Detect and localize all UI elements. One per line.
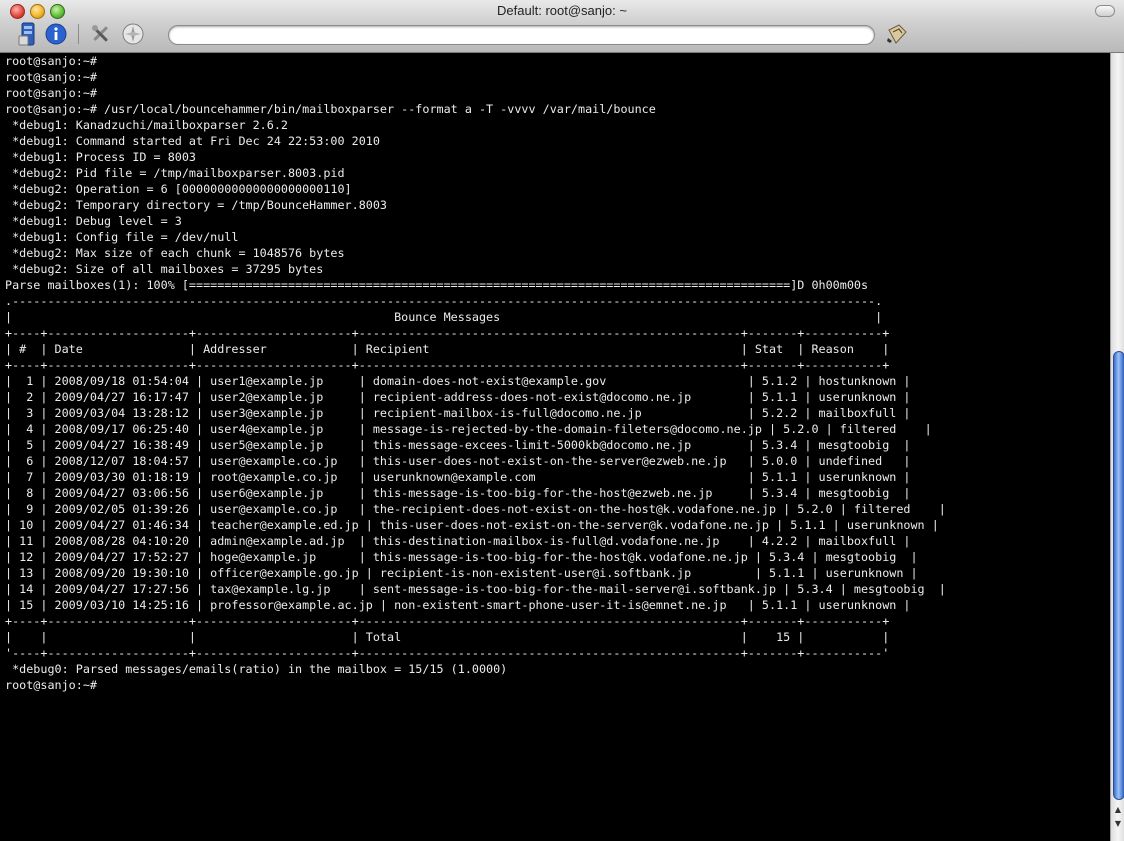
title-bar: Default: root@sanjo: ~ [0, 0, 1124, 53]
debug-line: *debug2: Size of all mailboxes = 37295 b… [5, 262, 324, 276]
terminal-line: root@sanjo:~# [5, 54, 97, 68]
server-icon[interactable] [16, 22, 40, 46]
debug-line: *debug2: Temporary directory = /tmp/Boun… [5, 198, 388, 212]
table-row: | 15 | 2009/03/10 14:25:16 | professor@e… [5, 598, 911, 612]
table-title: | Bounce Messages | [5, 310, 883, 324]
debug-line: *debug2: Operation = 6 [0000000000000000… [5, 182, 352, 196]
table-row: | 7 | 2009/03/30 01:18:19 | root@example… [5, 470, 911, 484]
toolbar-separator [78, 24, 79, 44]
terminal-line: root@sanjo:~# [5, 70, 97, 84]
table-border: +----+--------------------+-------------… [5, 614, 890, 628]
table-row: | 6 | 2008/12/07 18:04:57 | user@example… [5, 454, 911, 468]
tools-icon[interactable] [89, 22, 113, 46]
progress-line: Parse mailboxes(1): 100% [==============… [5, 278, 869, 292]
table-header: | # | Date | Addresser | Recipient | Sta… [5, 342, 890, 356]
table-row: | 4 | 2008/09/17 06:25:40 | user4@exampl… [5, 422, 932, 436]
table-row: | 2 | 2009/04/27 16:17:47 | user2@exampl… [5, 390, 911, 404]
terminal-output[interactable]: root@sanjo:~# root@sanjo:~# root@sanjo:~… [0, 53, 1110, 841]
table-row: | 12 | 2009/04/27 17:52:27 | hoge@exampl… [5, 550, 918, 564]
window-title: Default: root@sanjo: ~ [497, 3, 627, 18]
scroll-down-icon[interactable]: ▼ [1113, 819, 1123, 829]
table-row: | 3 | 2009/03/04 13:28:12 | user3@exampl… [5, 406, 911, 420]
table-row: | 14 | 2009/04/27 17:27:56 | tax@example… [5, 582, 946, 596]
info-icon[interactable] [44, 22, 68, 46]
debug-line: *debug1: Kanadzuchi/mailboxparser 2.6.2 [5, 118, 288, 132]
command-line: root@sanjo:~# /usr/local/bouncehammer/bi… [5, 102, 656, 116]
table-row: | 1 | 2008/09/18 01:54:04 | user1@exampl… [5, 374, 911, 388]
debug-line: *debug0: Parsed messages/emails(ratio) i… [5, 662, 508, 676]
debug-line: *debug1: Debug level = 3 [5, 214, 182, 228]
scroll-up-icon[interactable]: ▲ [1113, 805, 1123, 815]
terminal-window: Default: root@sanjo: ~ root@sanjo:~# roo… [0, 0, 1124, 841]
prompt-line: root@sanjo:~# [5, 678, 97, 692]
bookmark-icon[interactable] [885, 22, 909, 46]
compass-icon[interactable] [121, 22, 145, 46]
table-border: .---------------------------------------… [5, 294, 883, 308]
table-row: | 9 | 2009/02/05 01:39:26 | user@example… [5, 502, 946, 516]
debug-line: *debug2: Pid file = /tmp/mailboxparser.8… [5, 166, 345, 180]
table-row: | 5 | 2009/04/27 16:38:49 | user5@exampl… [5, 438, 911, 452]
debug-line: *debug1: Process ID = 8003 [5, 150, 197, 164]
address-field[interactable] [168, 25, 875, 45]
table-row: | 10 | 2009/04/27 01:46:34 | teacher@exa… [5, 518, 939, 532]
debug-line: *debug1: Command started at Fri Dec 24 2… [5, 134, 380, 148]
debug-line: *debug1: Config file = /dev/null [5, 230, 239, 244]
terminal-line: root@sanjo:~# [5, 86, 97, 100]
table-border: +----+--------------------+-------------… [5, 326, 890, 340]
table-row: | 11 | 2008/08/28 04:10:20 | admin@examp… [5, 534, 911, 548]
table-row: | 13 | 2008/09/20 19:30:10 | officer@exa… [5, 566, 918, 580]
table-total-row: | | | | Total | 15 | | [5, 630, 890, 644]
debug-line: *debug2: Max size of each chunk = 104857… [5, 246, 345, 260]
table-border: +----+--------------------+-------------… [5, 358, 890, 372]
table-border: '----+--------------------+-------------… [5, 646, 890, 660]
scrollbar-thumb[interactable] [1113, 351, 1124, 800]
vertical-scrollbar[interactable]: ▲ ▼ [1110, 53, 1124, 841]
toolbar-toggle-button[interactable] [1095, 5, 1115, 17]
table-row: | 8 | 2009/04/27 03:06:56 | user6@exampl… [5, 486, 911, 500]
